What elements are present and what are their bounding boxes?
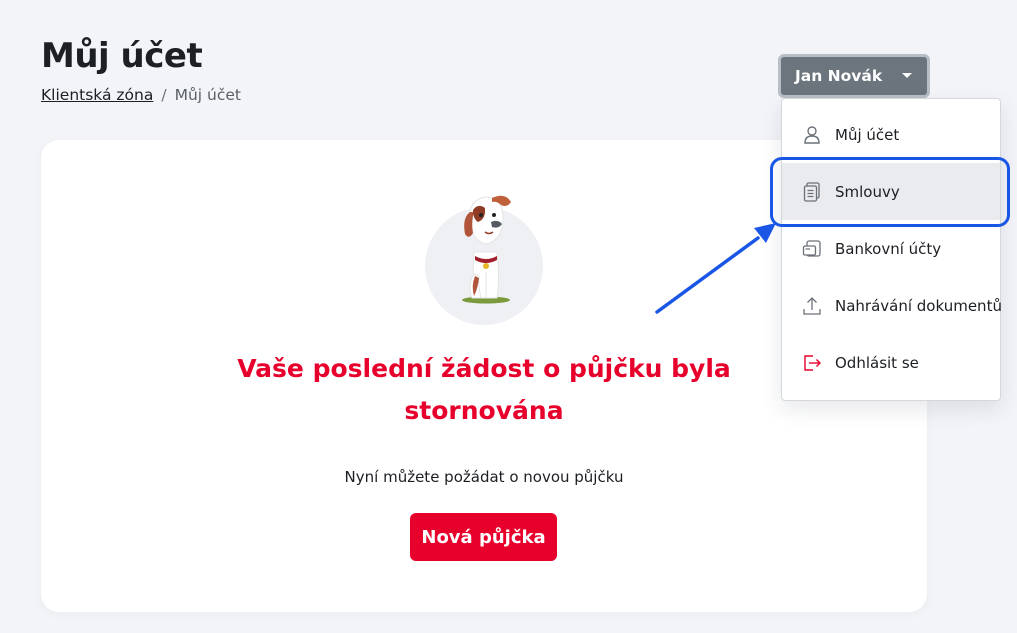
user-icon bbox=[802, 125, 822, 145]
breadcrumb: Klientská zóna / Můj účet bbox=[41, 86, 241, 104]
user-menu-toggle[interactable]: Jan Novák bbox=[778, 54, 930, 98]
cancellation-headline: Vaše poslední žádost o půjčku byla storn… bbox=[237, 354, 731, 425]
page-title: Můj účet bbox=[41, 36, 203, 76]
caret-down-icon bbox=[902, 73, 912, 78]
menu-item-label: Smlouvy bbox=[835, 182, 900, 201]
breadcrumb-link-client-zone[interactable]: Klientská zóna bbox=[41, 86, 153, 104]
menu-item-label: Bankovní účty bbox=[835, 239, 942, 258]
user-dropdown-menu: Můj účet Smlouvy Bankovní účty Nahrávání… bbox=[781, 98, 1002, 401]
menu-item-bank-accounts[interactable]: Bankovní účty bbox=[782, 220, 1000, 277]
menu-item-my-account[interactable]: Můj účet bbox=[782, 106, 1000, 163]
user-name: Jan Novák bbox=[795, 67, 883, 85]
menu-item-label: Nahrávání dokumentů bbox=[835, 296, 1002, 315]
bank-card-icon bbox=[802, 239, 822, 259]
breadcrumb-current: Můj účet bbox=[174, 86, 241, 104]
menu-item-label: Odhlásit se bbox=[835, 353, 919, 372]
menu-item-contracts[interactable]: Smlouvy bbox=[782, 163, 1000, 220]
upload-icon bbox=[802, 296, 822, 316]
menu-item-logout[interactable]: Odhlásit se bbox=[782, 334, 1000, 391]
menu-item-document-upload[interactable]: Nahrávání dokumentů bbox=[782, 277, 1002, 334]
menu-item-label: Můj účet bbox=[835, 125, 900, 144]
logout-icon bbox=[802, 353, 822, 373]
new-loan-hint: Nyní můžete požádat o novou půjčku bbox=[344, 468, 624, 486]
document-icon bbox=[802, 181, 822, 202]
dog-illustration bbox=[462, 195, 511, 304]
breadcrumb-separator: / bbox=[161, 86, 167, 104]
new-loan-button[interactable]: Nová půjčka bbox=[410, 513, 557, 561]
